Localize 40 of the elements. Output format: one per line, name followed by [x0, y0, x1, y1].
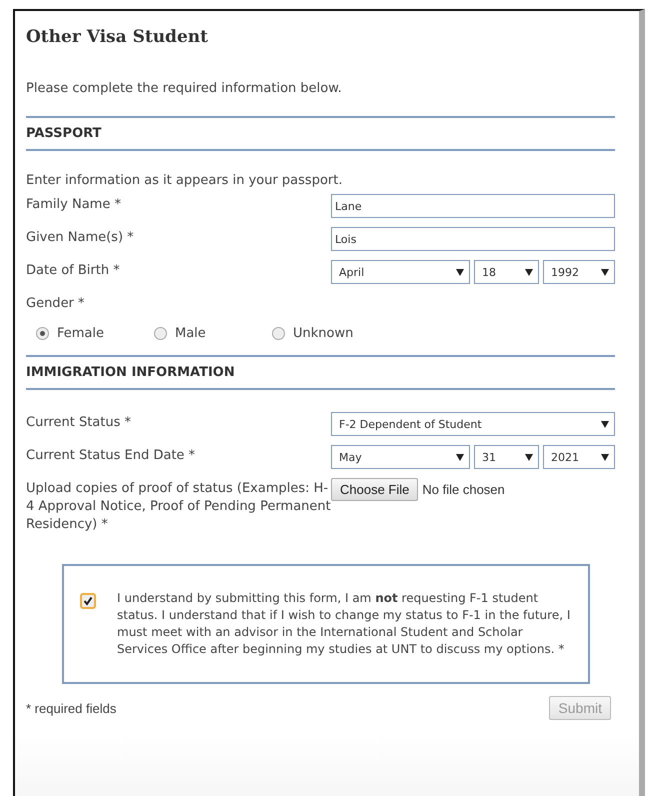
caret-icon	[601, 420, 609, 428]
field-label: Family Name *	[26, 196, 122, 214]
month-dropdown[interactable]: May	[331, 445, 470, 469]
required-note: * required fields	[26, 700, 116, 716]
caret-icon	[456, 454, 464, 460]
day-dropdown[interactable]: 31	[474, 445, 539, 469]
page-title: Other Visa Student	[26, 27, 209, 47]
section-note: Enter information as it appears in your passport.	[26, 173, 344, 188]
choose-file-button[interactable]: Choose File	[331, 478, 418, 501]
field-label: Given Name(s) *	[26, 229, 135, 247]
field-label: Gender *	[26, 295, 86, 313]
caret-icon	[601, 268, 609, 276]
section-heading: IMMIGRATION INFORMATION	[26, 355, 615, 390]
field-label: Current Status End Date *	[26, 447, 196, 465]
caret-icon	[456, 268, 464, 276]
caret-icon	[601, 454, 609, 460]
agreement-text: I understand by submitting this form, I am not requesting F-1 student status. I understand that if I wish to change my status to F-1 in the future, I must meet with an advisor in the International Student and Scholar Services Office after beginning my studies at UNT to discuss my options. *	[117, 590, 572, 658]
radio-label: Unknown	[293, 326, 354, 341]
radio-label: Female	[57, 326, 104, 341]
intro-text: Please complete the required information below.	[26, 81, 343, 96]
field-label: Date of Birth *	[26, 262, 121, 280]
year-dropdown[interactable]: 1992	[543, 260, 615, 284]
field-label: Upload copies of proof of status (Examples: H-4 Approval Notice, Proof of Pending Permanent Residency) *	[26, 480, 331, 534]
check-icon	[83, 596, 93, 606]
file-status: No file chosen	[422, 482, 505, 497]
day-dropdown[interactable]: 18	[474, 260, 539, 284]
text-field[interactable]: Lois	[331, 227, 615, 251]
year-dropdown[interactable]: 2021	[543, 445, 615, 469]
field-label: Current Status *	[26, 414, 132, 432]
radio-button[interactable]	[36, 327, 49, 340]
radio-label: Male	[175, 326, 206, 341]
text-field[interactable]: Lane	[331, 194, 615, 218]
radio-button[interactable]	[272, 327, 285, 340]
agreement-checkbox[interactable]	[80, 593, 96, 609]
caret-icon	[525, 268, 533, 276]
status-dropdown[interactable]: F-2 Dependent of Student	[331, 412, 615, 436]
section-heading: PASSPORT	[26, 116, 615, 151]
month-dropdown[interactable]: April	[331, 260, 470, 284]
caret-icon	[525, 454, 533, 460]
radio-button[interactable]	[154, 327, 167, 340]
